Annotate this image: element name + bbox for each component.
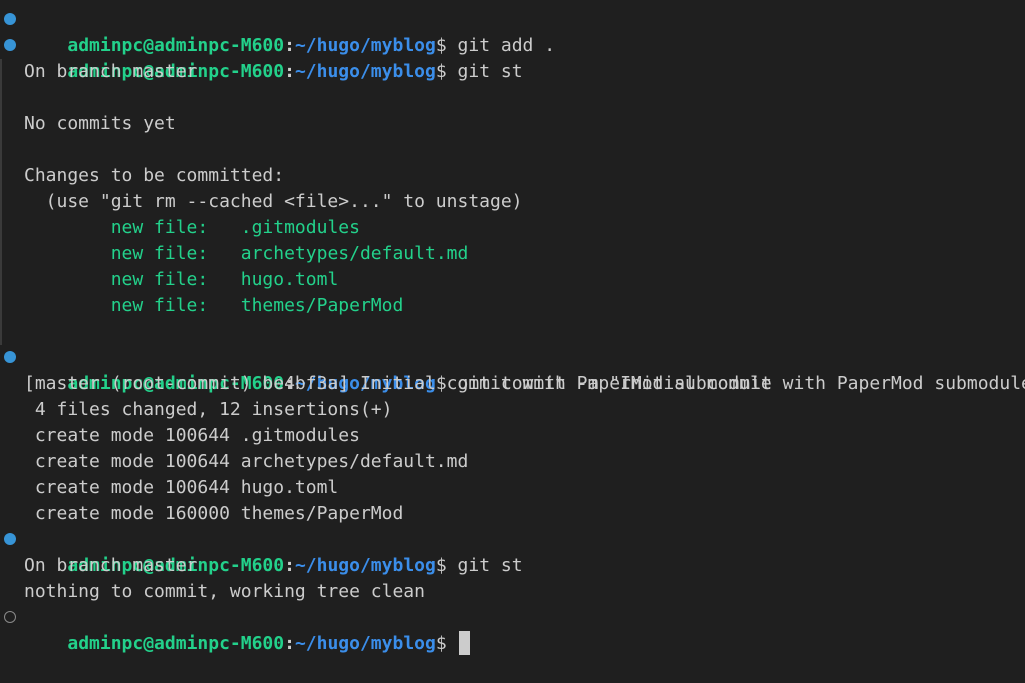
output-line: Changes to be committed: (24, 165, 285, 186)
output-line: 4 files changed, 12 insertions(+) (24, 399, 393, 420)
staged-file-name: .gitmodules (240, 217, 360, 238)
prompt-line: adminpc@adminpc-M600:~/hugo/myblog$ git … (0, 33, 1025, 82)
output-line: No commits yet (24, 113, 176, 134)
staged-file-name: themes/PaperMod (240, 295, 404, 316)
staged-file-label: new file: (24, 269, 241, 290)
terminal-output[interactable]: adminpc@adminpc-M600:~/hugo/myblog$ git … (0, 7, 1025, 655)
output-line: On branch master (24, 61, 198, 82)
staged-file-name: hugo.toml (240, 269, 339, 290)
command-success-icon[interactable] (4, 533, 16, 545)
staged-file-line: new file: themes/PaperMod (0, 293, 1025, 319)
prompt-line: adminpc@adminpc-M600:~/hugo/myblog$ git … (0, 7, 1025, 56)
command-success-icon[interactable] (4, 39, 16, 51)
prompt-path: ~/hugo/myblog (294, 633, 436, 654)
output-line: On branch master (24, 555, 198, 576)
staged-file-line: new file: hugo.toml (0, 267, 1025, 293)
staged-file-label: new file: (24, 217, 241, 238)
output-line: (use "git rm --cached <file>..." to unst… (24, 191, 523, 212)
output-line: create mode 160000 themes/PaperMod (24, 503, 404, 524)
prompt-dollar: $ (435, 633, 458, 654)
prompt-line: adminpc@adminpc-M600:~/hugo/myblog$ git … (0, 527, 1025, 576)
staged-file-label: new file: (24, 243, 241, 264)
command-success-icon[interactable] (4, 13, 16, 25)
prompt-separator: : (284, 633, 295, 654)
output-line: nothing to commit, working tree clean (24, 581, 425, 602)
output-line: create mode 100644 hugo.toml (24, 477, 339, 498)
command-success-icon[interactable] (4, 351, 16, 363)
text-cursor (458, 631, 470, 655)
output-line: [master (root-commit) be4bf3a] Initial c… (24, 373, 772, 394)
staged-file-label: new file: (24, 295, 241, 316)
staged-file-name: archetypes/default.md (240, 243, 469, 264)
active-prompt-line[interactable]: adminpc@adminpc-M600:~/hugo/myblog$ (0, 605, 1025, 655)
output-line: create mode 100644 .gitmodules (24, 425, 360, 446)
staged-file-line: new file: .gitmodules (0, 215, 1025, 241)
output-line: create mode 100644 archetypes/default.md (24, 451, 469, 472)
prompt-line: adminpc@adminpc-M600:~/hugo/myblog$ git … (0, 345, 1025, 394)
prompt-user: adminpc@adminpc-M600 (67, 633, 285, 654)
command-pending-icon[interactable] (4, 611, 16, 623)
staged-file-line: new file: archetypes/default.md (0, 241, 1025, 267)
